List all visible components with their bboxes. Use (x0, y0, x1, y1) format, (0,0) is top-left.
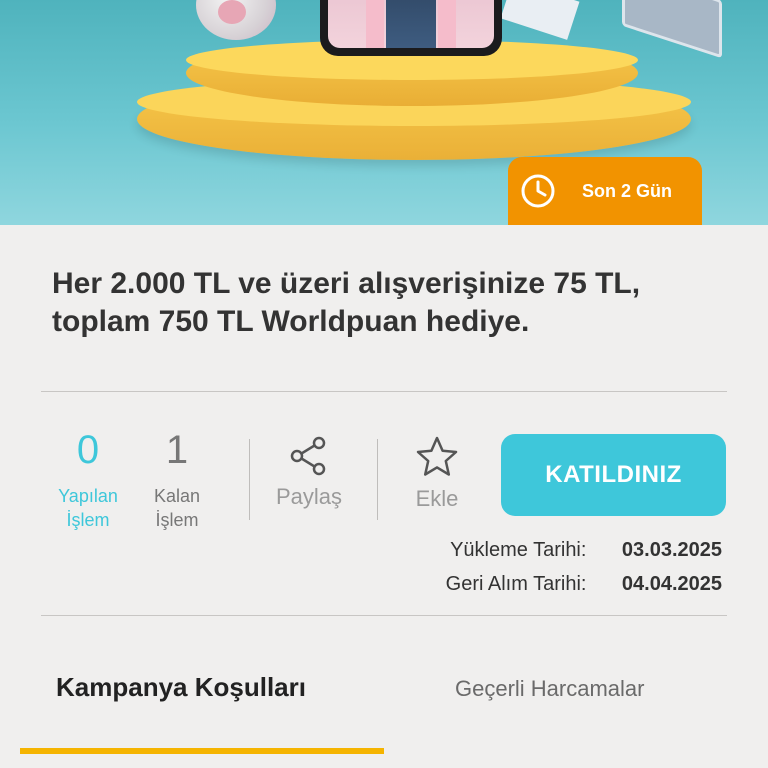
remaining-count: 1 (165, 428, 189, 472)
time-remaining-badge: Son 2 Gün (508, 157, 702, 225)
redeem-date-value: 04.04.2025 (621, 573, 722, 595)
upload-date-row: Yükleme Tarihi: 03.03.2025 (446, 533, 722, 567)
campaign-dates: Yükleme Tarihi: 03.03.2025 Geri Alım Tar… (446, 533, 722, 601)
phone-image (320, 0, 502, 56)
remaining-label: Kalan İşlem (153, 486, 201, 530)
campaign-title: Her 2.000 TL ve üzeri alışverişinize 75 … (52, 267, 641, 338)
done-count: 0 (76, 428, 100, 472)
add-favorite-button[interactable]: Ekle (398, 434, 476, 512)
divider-bottom (41, 615, 727, 616)
upload-date-value: 03.03.2025 (621, 539, 722, 561)
share-button[interactable]: Paylaş (262, 434, 356, 510)
active-tab-indicator (20, 748, 384, 754)
add-label: Ekle (415, 486, 459, 511)
redeem-date-row: Geri Alım Tarihi: 04.04.2025 (446, 567, 722, 601)
joined-button[interactable]: KATILDINIZ (501, 434, 726, 516)
divider-top (41, 391, 727, 392)
laptop-image (622, 0, 722, 59)
tab-campaign-conditions[interactable]: Kampanya Koşulları (56, 672, 306, 703)
redeem-date-label: Geri Alım Tarihi: (445, 573, 587, 595)
model-figure (366, 0, 456, 48)
separator (377, 439, 378, 520)
star-icon (416, 436, 458, 476)
time-remaining-label: Son 2 Gün (582, 181, 672, 201)
separator (249, 439, 250, 520)
tab-valid-spending[interactable]: Geçerli Harcamalar (455, 676, 645, 702)
share-icon (290, 436, 326, 476)
clock-icon (521, 174, 555, 208)
headphone-image (196, 0, 276, 40)
phone-screen (328, 0, 494, 48)
upload-date-label: Yükleme Tarihi: (450, 539, 587, 561)
remaining-transactions-stat: 1 Kalan İşlem (144, 428, 210, 532)
done-label: Yapılan İşlem (58, 486, 118, 530)
box-image (500, 0, 580, 40)
campaign-banner: Son 2 Gün (0, 0, 768, 225)
share-label: Paylaş (275, 484, 343, 509)
done-transactions-stat: 0 Yapılan İşlem (50, 428, 126, 532)
